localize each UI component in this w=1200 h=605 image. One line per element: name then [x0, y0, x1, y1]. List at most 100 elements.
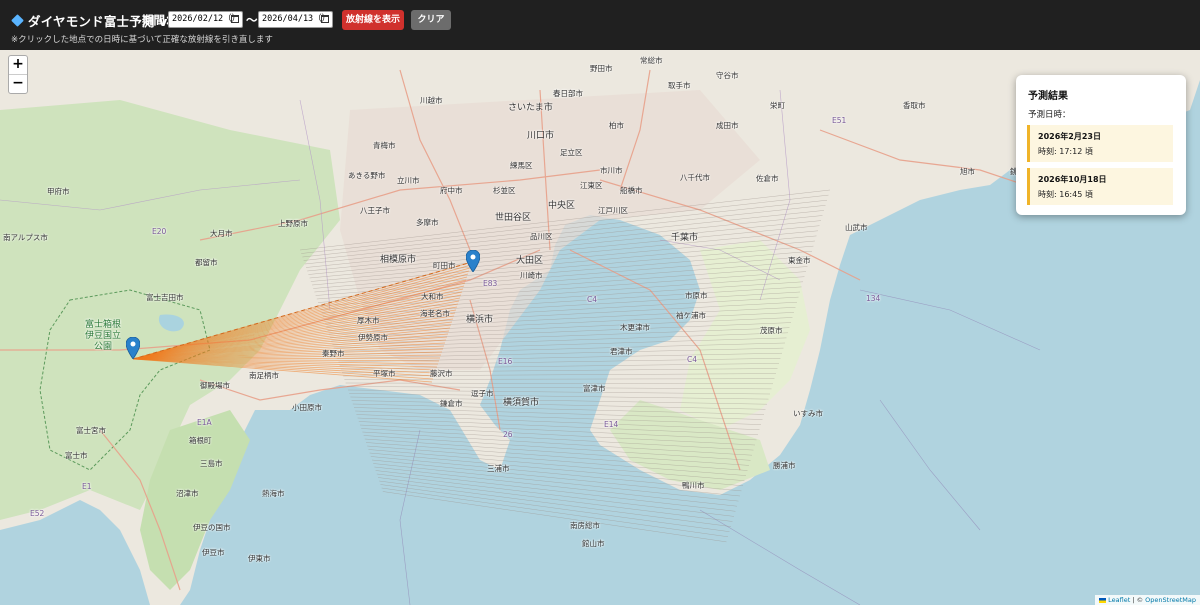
results-subtitle: 予測日時： [1028, 110, 1071, 120]
map-label: 小田原市 [292, 403, 322, 412]
map-label: 君津市 [610, 347, 633, 356]
map-label: 市原市 [685, 291, 708, 300]
map-label: 熱海市 [262, 489, 285, 498]
map-label: 栄町 [770, 101, 785, 110]
road-shield: E20 [152, 227, 167, 236]
result-time: 時刻: 17:12 頃 [1038, 147, 1093, 156]
map-label: 南アルプス市 [3, 233, 48, 242]
origin-marker-icon[interactable] [126, 337, 140, 359]
road-shield: E14 [604, 420, 619, 429]
hatch-line [380, 484, 730, 532]
target-marker-icon[interactable] [466, 250, 480, 272]
map-label: 守谷市 [716, 71, 739, 80]
map-label: 府中市 [440, 186, 463, 195]
national-park-label: 富士箱根 伊豆国立 公園 [85, 320, 122, 352]
road-shield: 134 [866, 294, 881, 303]
results-title: 予測結果 [1028, 91, 1068, 102]
map-label: 柏市 [609, 121, 624, 130]
zoom-out-button[interactable]: − [9, 75, 27, 93]
map-label: 足立区 [560, 148, 583, 157]
road-shield: E83 [483, 279, 498, 288]
map-label: 立川市 [397, 176, 420, 185]
map-label: 秦野市 [322, 349, 345, 358]
result-date: 2026年2月23日 [1038, 132, 1101, 141]
road-shield: 26 [503, 430, 513, 439]
map-label: 三島市 [200, 459, 223, 468]
results-panel: 予測結果 予測日時： 2026年2月23日 時刻: 17:12 頃 2026年1… [1016, 75, 1186, 215]
road-shield: E16 [498, 357, 513, 366]
map-label: 大月市 [210, 229, 233, 238]
road-shield: E51 [832, 116, 847, 125]
start-date-input[interactable]: 2026/02/12（） [168, 11, 243, 28]
map-label: 大田区 [516, 256, 544, 266]
calendar-icon[interactable] [231, 15, 239, 23]
map-label: 市川市 [600, 166, 623, 175]
map-label: 川口市 [527, 131, 555, 141]
map-label: 大和市 [421, 292, 444, 301]
map-label: 富士吉田市 [146, 293, 184, 302]
road-shield: E1A [197, 418, 212, 427]
map-label: 富津市 [583, 384, 606, 393]
calendar-icon[interactable] [321, 15, 329, 23]
map-label: 鎌倉市 [440, 399, 463, 408]
map-label: 館山市 [582, 539, 605, 548]
diamond-icon [11, 14, 24, 27]
map-label: 杉並区 [493, 186, 516, 195]
map-label: 川越市 [420, 96, 443, 105]
zoom-control: + − [8, 55, 28, 94]
map-label: 伊勢原市 [358, 333, 388, 342]
map-label: 川崎市 [520, 271, 543, 280]
map-label: 横浜市 [466, 315, 494, 325]
result-date: 2026年10月18日 [1038, 175, 1107, 184]
zoom-in-button[interactable]: + [9, 56, 27, 75]
map-label: 青梅市 [373, 141, 396, 150]
map-label: 逗子市 [471, 389, 494, 398]
map-label: 八千代市 [680, 173, 710, 182]
map-label: 取手市 [668, 81, 691, 90]
map-label: 鴨川市 [682, 481, 705, 490]
map-label: 香取市 [903, 101, 926, 110]
map-label: 千葉市 [671, 233, 699, 243]
map-label: 藤沢市 [430, 369, 453, 378]
hint-text: ※クリックした地点での日時に基づいて正確な放射線を引き直します [11, 35, 273, 45]
map-label: 御殿場市 [200, 381, 230, 390]
map-view[interactable]: さいたま市 川越市 川口市 足立区 市川市 船橋市 千葉市 練馬区 杉並区 世田… [0, 50, 1200, 605]
map-label: 成田市 [716, 121, 739, 130]
map-label: 江東区 [580, 181, 603, 190]
clear-button[interactable]: クリア [411, 10, 451, 30]
map-label: 練馬区 [510, 161, 533, 170]
map-label: 伊豆の国市 [193, 523, 231, 532]
map-label: 伊豆市 [202, 548, 225, 557]
osm-link[interactable]: OpenStreetMap [1145, 596, 1196, 604]
map-label: 中央区 [548, 201, 576, 211]
map-label: 船橋市 [620, 186, 643, 195]
map-label: 東金市 [788, 256, 811, 265]
map-label: 厚木市 [357, 316, 380, 325]
map-label: 海老名市 [420, 309, 450, 318]
road-shield: C4 [687, 355, 698, 364]
map-label: 伊東市 [248, 554, 271, 563]
result-time: 時刻: 16:45 頃 [1038, 190, 1093, 199]
road-shield: C4 [587, 295, 598, 304]
map-label: 常総市 [640, 56, 663, 65]
map-label: 南足柄市 [249, 371, 279, 380]
end-date-input[interactable]: 2026/04/13（） [258, 11, 333, 28]
road-shield: E1 [82, 482, 92, 491]
map-label: 相模原市 [380, 255, 417, 265]
map-label: 茂原市 [760, 326, 783, 335]
map-label: 世田谷区 [495, 213, 532, 223]
leaflet-link[interactable]: Leaflet [1108, 596, 1130, 604]
map-label: 富士宮市 [76, 426, 106, 435]
ukraine-flag-icon [1099, 597, 1107, 603]
map-label: 江戸川区 [598, 206, 628, 215]
map-label: 旭市 [960, 167, 975, 176]
map-label: 甲府市 [47, 187, 70, 196]
map-label: いすみ市 [793, 409, 823, 418]
map-label: 平塚市 [373, 369, 396, 378]
show-rays-button[interactable]: 放射線を表示 [342, 10, 404, 30]
map-label: 三浦市 [487, 464, 510, 473]
map-label: 沼津市 [176, 489, 199, 498]
map-label: 上野原市 [278, 219, 308, 228]
map-label: 春日部市 [553, 89, 583, 98]
map-label: 町田市 [433, 261, 456, 270]
